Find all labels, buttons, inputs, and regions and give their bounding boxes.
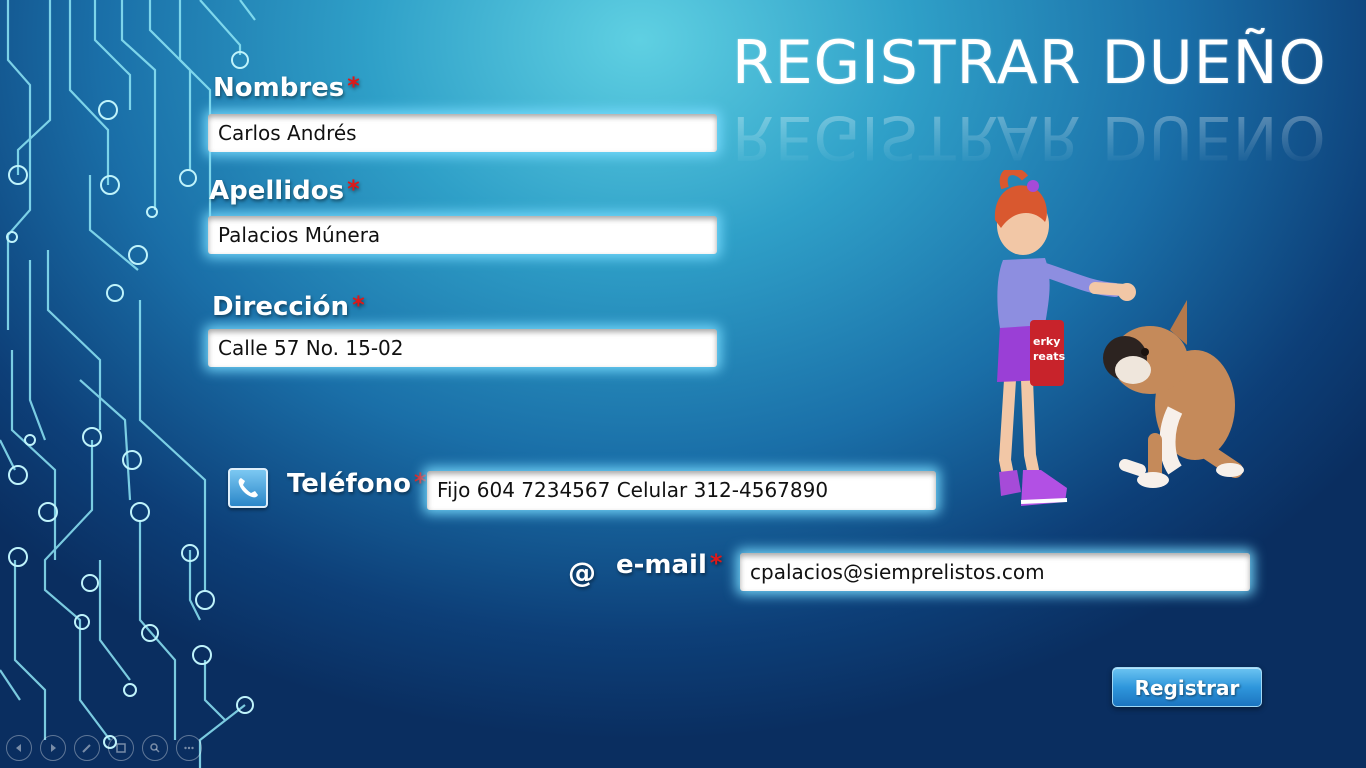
apellidos-field[interactable]: Palacios Múnera — [208, 216, 717, 254]
direccion-label: Dirección * — [212, 291, 365, 322]
slide: REGISTRAR DUEÑO REGISTRAR DUEÑO Nombres *… — [0, 0, 1366, 768]
email-label-text: e-mail — [616, 550, 707, 580]
apellidos-label: Apellidos * — [209, 175, 360, 206]
more-icon[interactable] — [176, 735, 202, 761]
phone-icon — [228, 468, 268, 508]
telefono-field[interactable]: Fijo 604 7234567 Celular 312-4567890 — [427, 471, 936, 510]
next-icon[interactable] — [40, 735, 66, 761]
svg-text:reats: reats — [1033, 350, 1066, 363]
direccion-required-mark: * — [352, 291, 365, 319]
at-sign-icon: @ — [568, 556, 596, 589]
nombres-label: Nombres * — [213, 72, 360, 103]
previous-icon[interactable] — [6, 735, 32, 761]
email-required-mark: * — [709, 549, 723, 577]
nombres-field[interactable]: Carlos Andrés — [208, 114, 717, 152]
page-title-reflection: REGISTRAR DUEÑO — [732, 102, 1327, 172]
page-title: REGISTRAR DUEÑO — [732, 28, 1327, 98]
slides-icon[interactable] — [108, 735, 134, 761]
zoom-icon[interactable] — [142, 735, 168, 761]
apellidos-label-text: Apellidos — [209, 176, 345, 206]
email-label: e-mail * — [616, 549, 722, 580]
svg-text:erky: erky — [1033, 335, 1060, 348]
nombres-label-text: Nombres — [213, 73, 345, 103]
email-field[interactable]: cpalacios@siemprelistos.com — [740, 553, 1250, 591]
telefono-label-text: Teléfono — [287, 469, 412, 499]
telefono-label: Teléfono * — [287, 468, 427, 499]
pen-icon[interactable] — [74, 735, 100, 761]
direccion-label-text: Dirección — [212, 292, 350, 322]
telefono-required-mark: * — [414, 468, 427, 496]
apellidos-required-mark: * — [347, 175, 360, 203]
register-button[interactable]: Registrar — [1112, 667, 1262, 707]
nombres-required-mark: * — [347, 72, 360, 100]
girl-and-dog-illustration: erky reats — [994, 170, 1244, 506]
player-controls — [6, 735, 202, 763]
direccion-field[interactable]: Calle 57 No. 15-02 — [208, 329, 717, 367]
